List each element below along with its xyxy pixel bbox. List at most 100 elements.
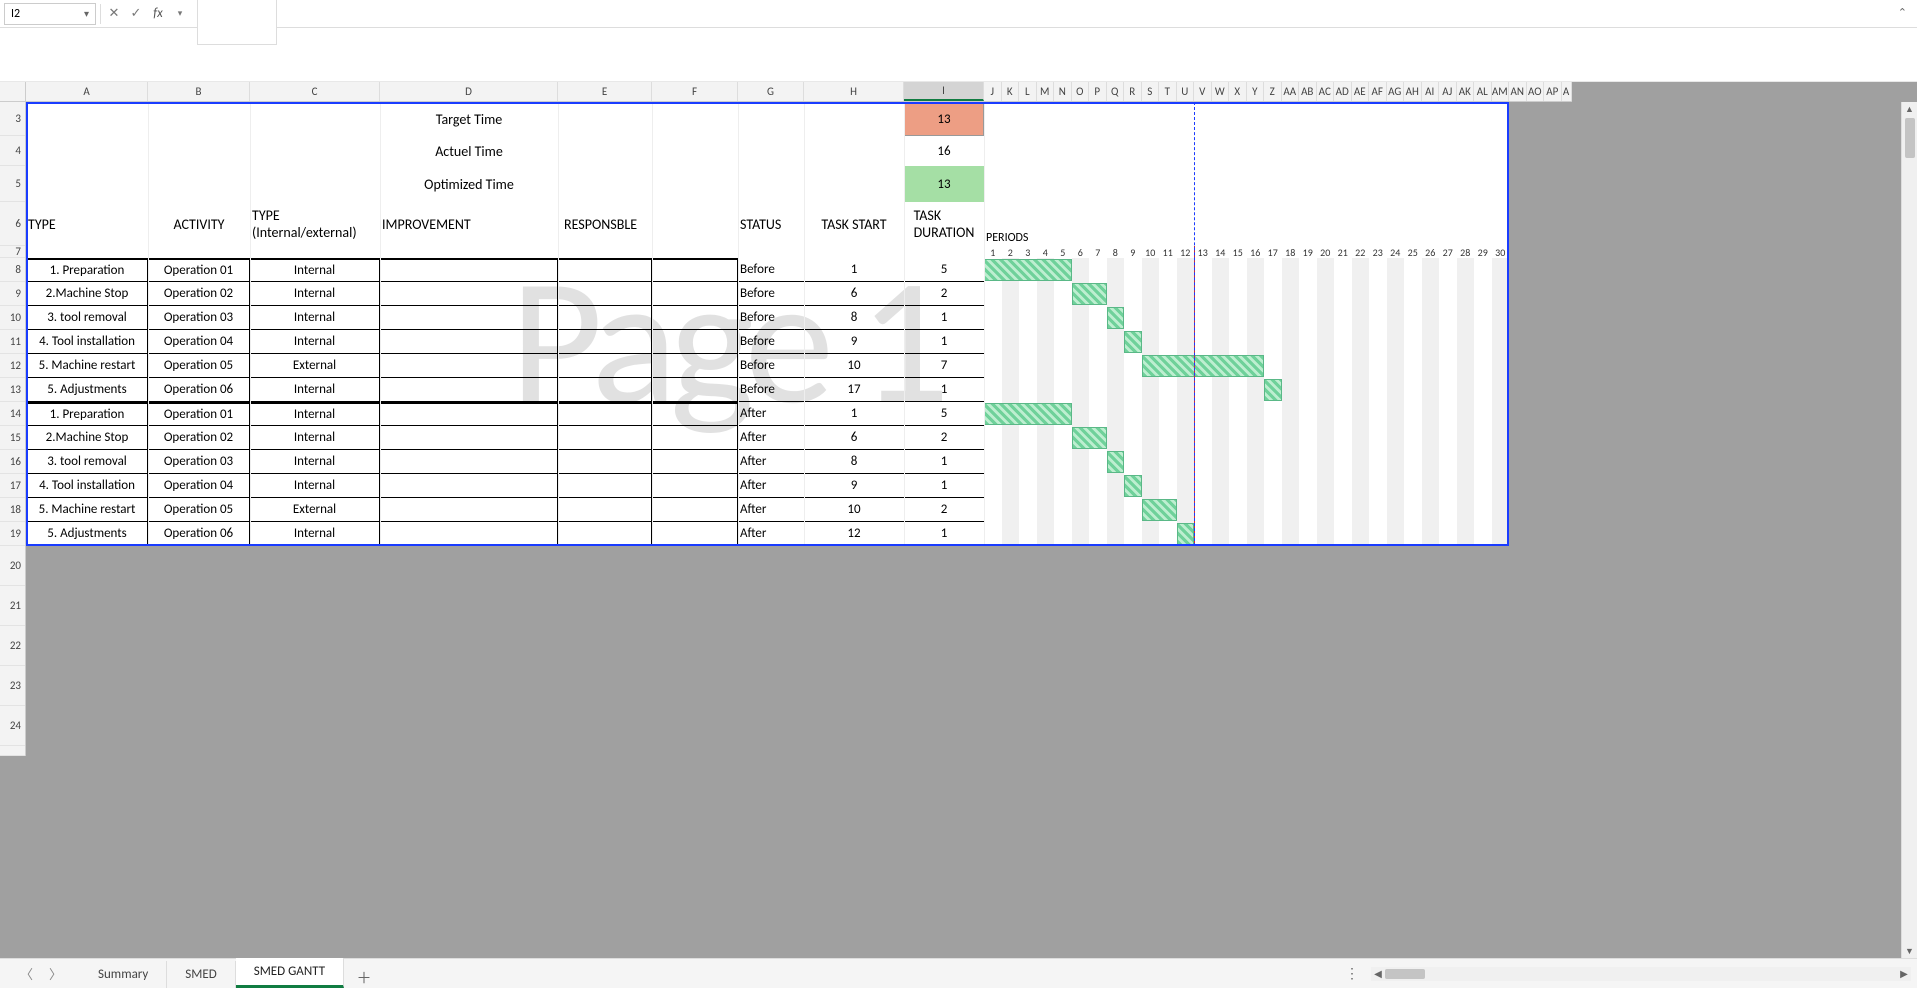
period-16[interactable]: 16 xyxy=(1247,246,1265,258)
task-duration-cell[interactable]: 1 xyxy=(904,522,984,546)
col-header-AG[interactable]: AG xyxy=(1387,82,1405,101)
data-cell[interactable] xyxy=(652,402,738,426)
task-start-cell[interactable]: 9 xyxy=(804,474,904,498)
scroll-down-icon[interactable]: ▼ xyxy=(1902,944,1917,958)
gantt-bar[interactable] xyxy=(1142,499,1177,521)
period-27[interactable]: 27 xyxy=(1439,246,1457,258)
status-cell[interactable]: After xyxy=(738,474,804,498)
row-header-23[interactable]: 23 xyxy=(0,666,25,706)
target-time-value[interactable]: 13 xyxy=(904,102,984,136)
row-header-18[interactable]: 18 xyxy=(0,498,25,522)
data-cell[interactable]: 5. Adjustments xyxy=(26,522,148,546)
data-cell[interactable]: Internal xyxy=(250,330,380,354)
status-cell[interactable]: After xyxy=(738,402,804,426)
gantt-bar[interactable] xyxy=(1124,331,1142,353)
task-start-cell[interactable]: 6 xyxy=(804,426,904,450)
task-duration-cell[interactable]: 1 xyxy=(904,330,984,354)
data-cell[interactable]: 5. Machine restart xyxy=(26,498,148,522)
gantt-bar[interactable] xyxy=(1177,523,1195,545)
task-duration-cell[interactable]: 5 xyxy=(904,258,984,282)
data-cell[interactable] xyxy=(558,450,652,474)
data-cell[interactable]: Operation 02 xyxy=(148,282,250,306)
period-17[interactable]: 17 xyxy=(1264,246,1282,258)
row-header-3[interactable]: 3 xyxy=(0,102,25,136)
th-improvement[interactable]: IMPROVEMENT xyxy=(380,202,558,246)
optimized-time-value[interactable]: 13 xyxy=(904,166,984,202)
data-cell[interactable]: Operation 01 xyxy=(148,402,250,426)
actual-time-value[interactable]: 16 xyxy=(904,136,984,166)
gantt-bar[interactable] xyxy=(1124,475,1142,497)
period-3[interactable]: 3 xyxy=(1019,246,1037,258)
task-duration-cell[interactable]: 1 xyxy=(904,474,984,498)
data-cell[interactable]: 1. Preparation xyxy=(26,258,148,282)
data-cell[interactable] xyxy=(380,282,558,306)
col-header-X[interactable]: X xyxy=(1229,82,1247,101)
data-cell[interactable]: Internal xyxy=(250,426,380,450)
target-time-label[interactable]: Target Time xyxy=(380,102,558,136)
data-cell[interactable]: Operation 05 xyxy=(148,354,250,378)
col-header-V[interactable]: V xyxy=(1194,82,1212,101)
accept-formula-icon[interactable]: ✓ xyxy=(127,3,145,25)
data-cell[interactable] xyxy=(652,450,738,474)
data-cell[interactable] xyxy=(380,258,558,282)
data-cell[interactable] xyxy=(558,498,652,522)
row-header-17[interactable]: 17 xyxy=(0,474,25,498)
data-cell[interactable] xyxy=(558,354,652,378)
vertical-scroll-thumb[interactable] xyxy=(1905,118,1915,158)
col-header-N[interactable]: N xyxy=(1054,82,1072,101)
task-start-cell[interactable]: 10 xyxy=(804,498,904,522)
period-8[interactable]: 8 xyxy=(1107,246,1125,258)
scroll-left-icon[interactable]: ◀ xyxy=(1371,967,1385,980)
row-header-5[interactable]: 5 xyxy=(0,166,25,202)
data-cell[interactable] xyxy=(652,306,738,330)
gantt-bar[interactable] xyxy=(984,259,1072,281)
period-22[interactable]: 22 xyxy=(1352,246,1370,258)
period-25[interactable]: 25 xyxy=(1404,246,1422,258)
task-start-cell[interactable]: 8 xyxy=(804,306,904,330)
row-header-20[interactable]: 20 xyxy=(0,546,25,586)
col-header-AC[interactable]: AC xyxy=(1317,82,1335,101)
data-cell[interactable]: 5. Machine restart xyxy=(26,354,148,378)
chevron-down-icon[interactable]: ▾ xyxy=(171,3,189,25)
period-28[interactable]: 28 xyxy=(1457,246,1475,258)
col-header-A[interactable]: A xyxy=(1562,82,1572,101)
data-cell[interactable]: Internal xyxy=(250,282,380,306)
period-29[interactable]: 29 xyxy=(1474,246,1492,258)
data-cell[interactable] xyxy=(380,474,558,498)
col-header-AF[interactable]: AF xyxy=(1369,82,1387,101)
col-header-U[interactable]: U xyxy=(1177,82,1195,101)
col-header-C[interactable]: C xyxy=(250,82,380,101)
period-5[interactable]: 5 xyxy=(1054,246,1072,258)
gantt-bar[interactable] xyxy=(1142,355,1265,377)
data-cell[interactable] xyxy=(558,378,652,402)
col-header-AI[interactable]: AI xyxy=(1422,82,1440,101)
col-header-AH[interactable]: AH xyxy=(1404,82,1422,101)
data-cell[interactable]: Operation 02 xyxy=(148,426,250,450)
actual-time-label[interactable]: Actuel Time xyxy=(380,136,558,166)
period-7[interactable]: 7 xyxy=(1089,246,1107,258)
scroll-right-icon[interactable]: ▶ xyxy=(1897,967,1911,980)
col-header-AP[interactable]: AP xyxy=(1544,82,1562,101)
col-header-R[interactable]: R xyxy=(1124,82,1142,101)
task-start-cell[interactable]: 8 xyxy=(804,450,904,474)
th-responsible[interactable]: RESPONSBLE xyxy=(562,202,682,246)
data-cell[interactable] xyxy=(380,426,558,450)
horizontal-scrollbar[interactable]: ◀ ▶ xyxy=(1371,967,1911,981)
col-header-J[interactable]: J xyxy=(984,82,1002,101)
task-duration-cell[interactable]: 2 xyxy=(904,282,984,306)
task-start-cell[interactable]: 1 xyxy=(804,258,904,282)
period-10[interactable]: 10 xyxy=(1142,246,1160,258)
data-cell[interactable]: 4. Tool installation xyxy=(26,330,148,354)
data-cell[interactable]: Internal xyxy=(250,450,380,474)
col-header-O[interactable]: O xyxy=(1072,82,1090,101)
data-cell[interactable] xyxy=(380,402,558,426)
data-cell[interactable] xyxy=(380,522,558,546)
data-cell[interactable]: Operation 01 xyxy=(148,258,250,282)
row-header-24[interactable]: 24 xyxy=(0,706,25,746)
col-header-M[interactable]: M xyxy=(1037,82,1055,101)
period-19[interactable]: 19 xyxy=(1299,246,1317,258)
period-23[interactable]: 23 xyxy=(1369,246,1387,258)
data-cell[interactable]: External xyxy=(250,354,380,378)
status-cell[interactable]: Before xyxy=(738,282,804,306)
row-header-6[interactable]: 6 xyxy=(0,202,25,246)
